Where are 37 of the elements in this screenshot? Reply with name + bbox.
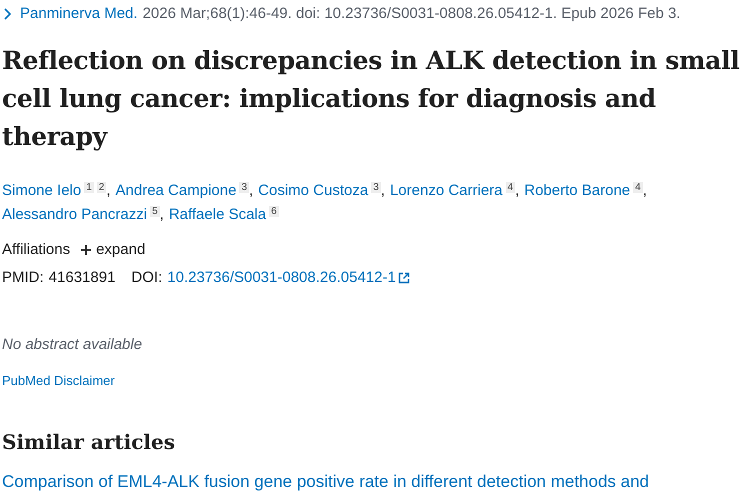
separator: ,	[160, 206, 164, 222]
doi-label: DOI:	[131, 268, 162, 288]
affiliation-number[interactable]: 4	[633, 182, 643, 192]
affiliation-number[interactable]: 5	[150, 206, 160, 216]
affiliation-number[interactable]: 3	[371, 182, 381, 192]
separator: ,	[106, 182, 111, 198]
affiliation-number[interactable]: 2	[96, 182, 106, 192]
citation-details: 2026 Mar;68(1):46-49. doi: 10.23736/S0031-0808.26.05412-1. Epub 2026 Feb 3.	[142, 4, 680, 24]
article-title: Reflection on discrepancies in ALK detection in small cell lung cancer: implications for diagnosis and therapy	[2, 44, 740, 152]
author-link[interactable]: Alessandro Pancrazzi	[2, 206, 148, 222]
separator: ,	[642, 182, 647, 198]
affiliation-number[interactable]: 6	[269, 206, 279, 216]
disclaimer-link[interactable]: PubMed Disclaimer	[2, 371, 750, 390]
section-heading: Similar articles	[2, 428, 176, 456]
affiliation-number[interactable]: 4	[506, 182, 516, 192]
pmid-label: PMID:	[2, 268, 44, 288]
author-link[interactable]: Andrea Campione	[116, 182, 236, 198]
journal-link[interactable]: Panminerva Med.	[20, 3, 138, 26]
no-abstract-note: No abstract available	[2, 334, 144, 354]
affiliations-label: Affiliations	[2, 240, 70, 260]
chevron-right-icon	[4, 8, 12, 20]
author-link[interactable]: Simone Ielo	[2, 182, 82, 198]
author-link[interactable]: Roberto Barone	[524, 182, 630, 198]
external-link-icon	[398, 272, 410, 284]
author-link[interactable]: Raffaele Scala	[168, 206, 266, 222]
separator: ,	[249, 182, 254, 198]
author-link[interactable]: Lorenzo Carriera	[390, 182, 503, 198]
plus-icon	[80, 244, 92, 256]
doi-link[interactable]: 10.23736/S0031-0808.26.05412-1	[167, 267, 396, 290]
similar-article-link[interactable]: Comparison of EML4-ALK fusion gene positive rate in different detection methods and	[2, 468, 750, 494]
separator: ,	[515, 182, 520, 198]
pmid-value: 41631891	[48, 268, 116, 288]
author-link[interactable]: Cosimo Custoza	[258, 182, 368, 198]
separator: ,	[380, 182, 385, 198]
expand-toggle[interactable]: expand	[80, 238, 146, 261]
affiliation-number[interactable]: 3	[239, 182, 249, 192]
affiliation-number[interactable]: 1	[84, 182, 94, 192]
